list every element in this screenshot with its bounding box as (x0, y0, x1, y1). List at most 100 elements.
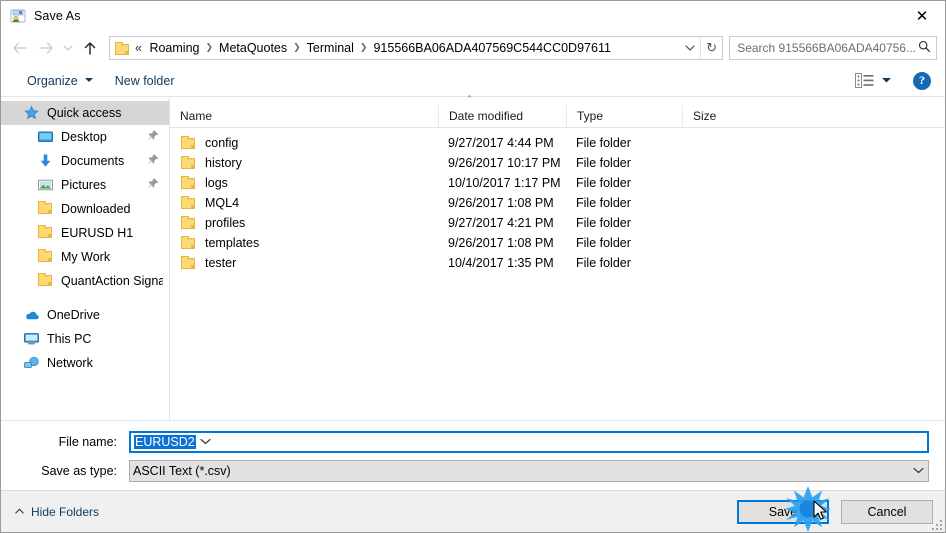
save-as-type-label: Save as type: (41, 464, 117, 478)
dialog-body: Quick access Desktop Documents Pictures … (1, 95, 945, 421)
address-bar[interactable]: « Roaming ❯ MetaQuotes ❯ Terminal ❯ 9155… (109, 36, 724, 60)
table-row[interactable]: profiles 9/27/2017 4:21 PM File folder (170, 213, 945, 233)
file-name-cell: history (170, 155, 438, 171)
title-bar: Save As ✕ (1, 1, 945, 31)
pin-icon[interactable] (148, 154, 163, 168)
file-name: logs (205, 176, 228, 190)
sidebar-item-onedrive[interactable]: OneDrive (1, 303, 169, 327)
sidebar-item-downloaded[interactable]: Downloaded (1, 197, 169, 221)
resize-grip[interactable] (930, 518, 942, 530)
address-dropdown-icon[interactable] (680, 37, 700, 59)
star-pin-icon (23, 105, 40, 121)
chevron-down-icon (882, 76, 891, 85)
type-cell: File folder (576, 216, 631, 230)
table-row[interactable]: MQL4 9/26/2017 1:08 PM File folder (170, 193, 945, 213)
sidebar-item-desktop[interactable]: Desktop (1, 125, 169, 149)
view-options-button[interactable] (851, 70, 895, 91)
breadcrumb-item-terminal-id[interactable]: 915566BA06ADA407569C544CC0D97611 (369, 39, 614, 57)
column-header-name[interactable]: Name (170, 105, 438, 128)
sidebar-item-quantaction-signal[interactable]: QuantAction Signal (1, 269, 169, 293)
file-rows: config 9/27/2017 4:44 PM File folder his… (170, 128, 945, 420)
save-as-type-row: Save as type: ASCII Text (*.csv) (17, 460, 929, 482)
file-name: tester (205, 256, 237, 270)
view-options-icon (855, 73, 874, 88)
new-folder-label: New folder (114, 73, 175, 88)
column-header-date-modified[interactable]: Date modified (438, 104, 566, 128)
close-button[interactable]: ✕ (899, 1, 945, 31)
save-as-type-value: ASCII Text (*.csv) (133, 464, 231, 478)
window-title: Save As (34, 9, 81, 23)
folder-icon (180, 175, 197, 191)
breadcrumb: « Roaming ❯ MetaQuotes ❯ Terminal ❯ 9155… (133, 39, 680, 57)
table-row[interactable]: logs 10/10/2017 1:17 PM File folder (170, 173, 945, 193)
save-button[interactable]: Save (737, 499, 829, 524)
chevron-down-icon[interactable] (196, 437, 216, 448)
search-box[interactable]: Search 915566BA06ADA40756... (729, 36, 937, 60)
file-name: history (205, 156, 242, 170)
chevron-down-icon[interactable] (908, 466, 928, 477)
folder-icon (37, 249, 54, 265)
date-modified-cell: 9/27/2017 4:21 PM (448, 216, 554, 230)
table-row[interactable]: tester 10/4/2017 1:35 PM File folder (170, 253, 945, 273)
table-row[interactable]: history 9/26/2017 10:17 PM File folder (170, 153, 945, 173)
type-cell: File folder (576, 256, 631, 270)
sidebar-item-my-work[interactable]: My Work (1, 245, 169, 269)
file-name-cell: config (170, 135, 438, 151)
this-pc-icon (23, 331, 40, 347)
up-one-level-button[interactable] (77, 35, 103, 61)
sidebar-item-pictures[interactable]: Pictures (1, 173, 169, 197)
command-bar: Organize New folder ? (1, 65, 945, 97)
file-name-cell: profiles (170, 215, 438, 231)
search-input[interactable]: Search 915566BA06ADA40756... (737, 41, 916, 55)
back-button[interactable] (7, 35, 33, 61)
sidebar-item-eurusd-h1[interactable]: EURUSD H1 (1, 221, 169, 245)
column-header-type[interactable]: Type (566, 104, 682, 128)
recent-locations-button[interactable] (59, 35, 77, 61)
breadcrumb-item-roaming[interactable]: Roaming (145, 39, 203, 57)
chevron-up-icon (15, 507, 24, 517)
help-button[interactable]: ? (913, 71, 931, 90)
pin-icon[interactable] (148, 130, 163, 144)
refresh-icon[interactable]: ↻ (700, 37, 722, 59)
sidebar-label: Quick access (47, 106, 122, 120)
search-icon (916, 40, 932, 56)
table-row[interactable]: templates 9/26/2017 1:08 PM File folder (170, 233, 945, 253)
file-name-cell: tester (170, 255, 438, 271)
onedrive-icon (23, 307, 40, 323)
pin-icon[interactable] (148, 178, 163, 192)
breadcrumb-item-metaquotes[interactable]: MetaQuotes (215, 39, 291, 57)
file-name-combobox[interactable]: EURUSD2 (129, 431, 929, 453)
sidebar-label: This PC (47, 332, 92, 346)
forward-button[interactable] (33, 35, 59, 61)
pictures-icon (37, 177, 54, 193)
file-name-row: File name: EURUSD2 (17, 431, 929, 453)
table-row[interactable]: config 9/27/2017 4:44 PM File folder (170, 133, 945, 153)
type-cell: File folder (576, 236, 631, 250)
sidebar-item-documents[interactable]: Documents (1, 149, 169, 173)
cancel-button[interactable]: Cancel (841, 499, 933, 524)
save-as-icon (10, 8, 26, 24)
type-cell: File folder (576, 136, 631, 150)
type-cell: File folder (576, 176, 631, 190)
sidebar-item-quick-access[interactable]: Quick access (1, 101, 169, 125)
breadcrumb-overflow[interactable]: « (133, 39, 145, 57)
date-modified-cell: 9/26/2017 10:17 PM (448, 156, 561, 170)
file-name: MQL4 (205, 196, 240, 210)
sidebar-label: EURUSD H1 (61, 226, 134, 240)
date-modified-cell: 9/27/2017 4:44 PM (448, 136, 554, 150)
documents-icon (37, 153, 54, 169)
save-form: File name: EURUSD2 Save as type: ASCII T… (1, 421, 945, 490)
save-as-type-combobox[interactable]: ASCII Text (*.csv) (129, 460, 929, 482)
file-name-input[interactable]: EURUSD2 (134, 435, 196, 449)
column-header-size[interactable]: Size (682, 104, 762, 128)
sidebar-item-this-pc[interactable]: This PC (1, 327, 169, 351)
sidebar-label: My Work (61, 250, 111, 264)
folder-icon (180, 235, 197, 251)
new-folder-button[interactable]: New folder (107, 70, 183, 92)
breadcrumb-item-terminal[interactable]: Terminal (303, 39, 358, 57)
chevron-down-icon (84, 76, 93, 85)
organize-button[interactable]: Organize (19, 70, 101, 92)
hide-folders-button[interactable]: Hide Folders (11, 501, 103, 523)
sidebar-item-network[interactable]: Network (1, 351, 169, 375)
